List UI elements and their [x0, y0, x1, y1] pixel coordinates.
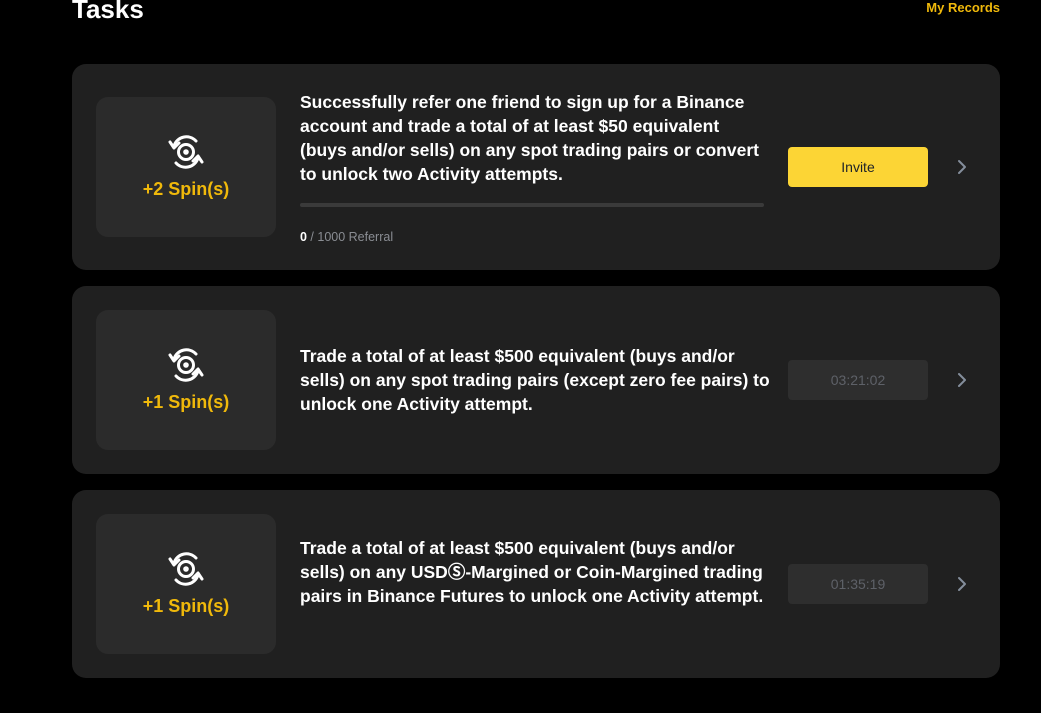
- my-records-link[interactable]: My Records: [926, 0, 1000, 16]
- invite-button[interactable]: Invite: [788, 147, 928, 187]
- reward-label: +1 Spin(s): [142, 596, 230, 616]
- spin-refresh-icon: [168, 348, 204, 382]
- chevron-right-icon[interactable]: [954, 576, 970, 592]
- progress-total: / 1000 Referral: [306, 230, 394, 244]
- reward-box: +1 Spin(s): [96, 310, 276, 450]
- tasks-page: Tasks My Records +2 Spin(s) Successfully…: [0, 0, 1041, 713]
- reward-label: +2 Spin(s): [142, 179, 230, 199]
- task-card-referral: +2 Spin(s) Successfully refer one friend…: [72, 64, 1000, 270]
- task-card-futures-trade: +1 Spin(s) Trade a total of at least $50…: [72, 490, 1000, 678]
- countdown-timer: 03:21:02: [788, 360, 928, 400]
- progress-current: 0: [300, 230, 307, 244]
- page-title: Tasks: [72, 0, 144, 24]
- task-description: Successfully refer one friend to sign up…: [300, 92, 759, 184]
- task-description: Trade a total of at least $500 equivalen…: [300, 346, 770, 414]
- reward-box: +1 Spin(s): [96, 514, 276, 654]
- reward-label: +1 Spin(s): [142, 392, 230, 412]
- task-description: Trade a total of at least $500 equivalen…: [300, 538, 764, 606]
- progress-bar: [300, 203, 764, 207]
- progress-text: 0 / 1000 Referral: [300, 229, 393, 245]
- spin-refresh-icon: [168, 135, 204, 169]
- reward-box: +2 Spin(s): [96, 97, 276, 237]
- chevron-right-icon[interactable]: [954, 372, 970, 388]
- task-card-spot-trade: +1 Spin(s) Trade a total of at least $50…: [72, 286, 1000, 474]
- countdown-timer: 01:35:19: [788, 564, 928, 604]
- chevron-right-icon[interactable]: [954, 159, 970, 175]
- spin-refresh-icon: [168, 552, 204, 586]
